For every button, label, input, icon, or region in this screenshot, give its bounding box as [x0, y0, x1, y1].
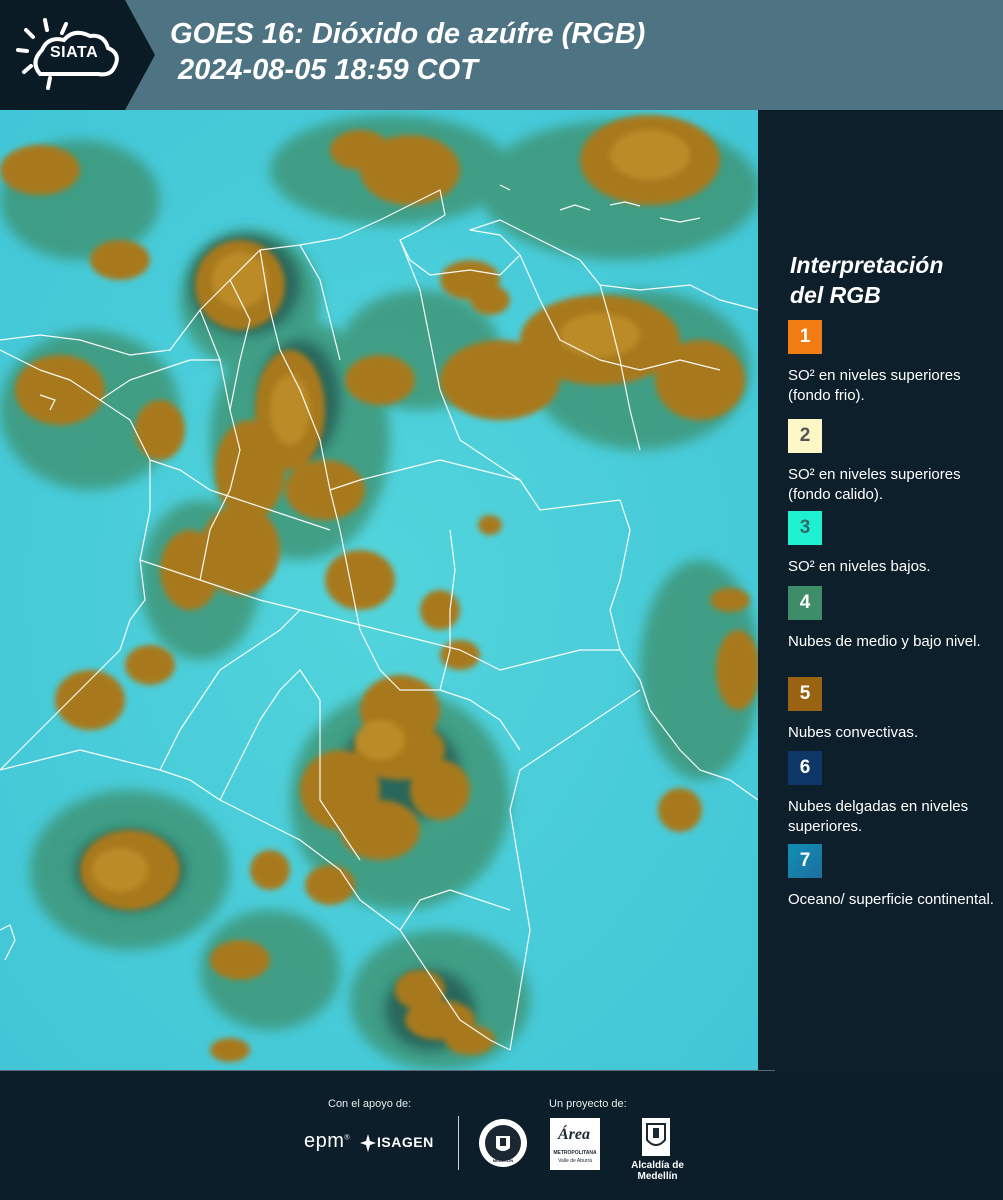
legend-item-4: 4 Nubes de medio y bajo nivel.: [788, 586, 998, 652]
project-label: Un proyecto de:: [549, 1098, 627, 1110]
epm-logo[interactable]: epm®: [304, 1130, 350, 1153]
legend-swatch-5: 5: [788, 677, 822, 711]
seal-text: MEDELLÍN: [492, 1158, 514, 1163]
epm-logo-text: epm: [304, 1130, 345, 1152]
legend-swatch-2: 2: [788, 419, 822, 453]
siata-logo[interactable]: SIATA: [0, 0, 155, 110]
satellite-image: [0, 110, 758, 1070]
logo-text: SIATA: [50, 44, 99, 61]
page-title: GOES 16: Dióxido de azúfre (RGB) 2024-08…: [170, 16, 645, 88]
title-line-2: 2024-08-05 18:59 COT: [178, 54, 478, 86]
isagen-logo[interactable]: ISAGEN: [360, 1132, 440, 1154]
legend-title-line-1: Interpretación: [790, 252, 944, 278]
isagen-logo-text: ISAGEN: [377, 1134, 434, 1150]
legend-item-6: 6 Nubes delgadas en niveles superiores.: [788, 751, 998, 837]
footer: Con el apoyo de: Un proyecto de: epm® IS…: [0, 1070, 1003, 1200]
header-bar: SIATA GOES 16: Dióxido de azúfre (RGB) 2…: [0, 0, 1003, 110]
legend-swatch-4: 4: [788, 586, 822, 620]
legend-item-2: 2 SO² en niveles superiores (fondo calid…: [788, 419, 998, 505]
area-metropolitana-logo[interactable]: Área METROPOLITANA Valle de Aburrá: [550, 1118, 600, 1170]
legend-text-3: SO² en niveles bajos.: [788, 558, 931, 575]
legend-swatch-7: 7: [788, 844, 822, 878]
footer-divider-line: [0, 1070, 775, 1071]
footer-vertical-divider: [458, 1116, 459, 1170]
alcaldia-crest-icon: [642, 1118, 670, 1156]
legend-swatch-1: 1: [788, 320, 822, 354]
rgb-legend: Interpretación del RGB 1 SO² en niveles …: [758, 110, 1003, 1070]
legend-text-2: SO² en niveles superiores (fondo calido)…: [788, 466, 961, 503]
legend-item-1: 1 SO² en niveles superiores (fondo frio)…: [788, 320, 998, 406]
legend-item-7: 7 Oceano/ superficie continental.: [788, 844, 998, 910]
legend-text-7: Oceano/ superficie continental.: [788, 891, 994, 908]
legend-item-5: 5 Nubes convectivas.: [788, 677, 998, 743]
legend-swatch-6: 6: [788, 751, 822, 785]
area-logo-name: Área: [558, 1126, 590, 1143]
title-line-1: GOES 16: Dióxido de azúfre (RGB): [170, 18, 646, 50]
area-logo-line-2: Valle de Aburrá: [558, 1158, 592, 1164]
support-label: Con el apoyo de:: [328, 1098, 412, 1110]
medellin-seal-logo[interactable]: MEDELLÍN: [478, 1118, 528, 1168]
alcaldia-logo[interactable]: Alcaldía de Medellín: [610, 1118, 705, 1182]
legend-title-line-2: del RGB: [790, 282, 881, 308]
legend-swatch-3: 3: [788, 511, 822, 545]
isagen-mark-icon: [360, 1134, 376, 1152]
legend-text-6: Nubes delgadas en niveles superiores.: [788, 798, 969, 835]
legend-text-5: Nubes convectivas.: [788, 724, 919, 741]
legend-title: Interpretación del RGB: [790, 250, 943, 310]
alcaldia-logo-text: Alcaldía de Medellín: [631, 1160, 684, 1182]
legend-item-3: 3 SO² en niveles bajos.: [788, 511, 998, 577]
legend-text-1: SO² en niveles superiores (fondo frio).: [788, 367, 961, 404]
area-logo-line-1: METROPOLITANA: [553, 1150, 597, 1156]
satellite-map[interactable]: [0, 110, 758, 1070]
legend-text-4: Nubes de medio y bajo nivel.: [788, 633, 981, 650]
